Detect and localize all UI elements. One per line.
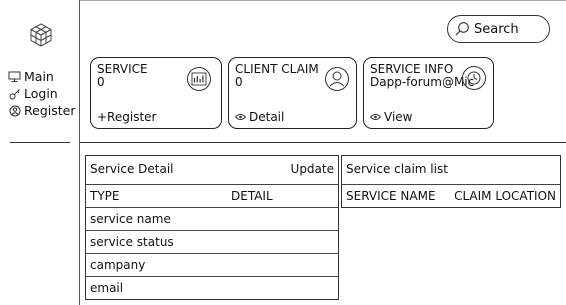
panel-title: Service claim list (346, 162, 448, 176)
service-detail-header: Service Detail Update (86, 156, 338, 185)
row-label: service status (90, 235, 174, 249)
nav-label: Register (24, 103, 76, 118)
nav-item-main[interactable]: Main (8, 68, 75, 85)
register-link[interactable]: +Register (97, 110, 156, 124)
row-label: email (90, 281, 124, 295)
cube-logo-icon[interactable] (28, 22, 54, 48)
search-icon (455, 22, 469, 36)
col-claim-location: CLAIM LOCATION (454, 189, 556, 203)
detail-link[interactable]: Detail (235, 110, 284, 124)
nav-label: Login (24, 86, 58, 101)
service-card[interactable]: SERVICE 0 +Register (90, 57, 222, 129)
row-label: campany (90, 258, 146, 272)
col-detail: DETAIL (231, 189, 273, 203)
table-row: service name (86, 208, 338, 231)
col-type: TYPE (90, 189, 120, 203)
update-button[interactable]: Update (291, 156, 334, 183)
search-label: Search (474, 21, 519, 37)
nav-item-login[interactable]: Login (8, 85, 75, 102)
top-border (80, 0, 566, 1)
sidebar-nav: Main Login Register (8, 68, 75, 119)
claim-list-header: Service claim list (342, 156, 560, 185)
search-box[interactable]: Search (447, 15, 550, 43)
nav-item-register[interactable]: Register (8, 102, 75, 119)
table-header-row: SERVICE NAME CLAIM LOCATION (342, 185, 560, 208)
user-circle-icon (8, 104, 21, 117)
table-row: email (86, 277, 338, 300)
client-claim-card[interactable]: CLIENT CLAIM 0 Detail (228, 57, 357, 129)
nav-label: Main (24, 69, 54, 84)
sidebar-divider (10, 142, 70, 143)
service-info-card[interactable]: SERVICE INFO Dapp-forum@Mic View (363, 57, 494, 129)
col-service-name: SERVICE NAME (346, 189, 436, 203)
section-divider (80, 142, 566, 143)
key-icon (8, 87, 21, 100)
table-row: service status (86, 231, 338, 254)
clock-icon (462, 66, 486, 90)
card-action-label: View (384, 110, 413, 124)
chart-icon (187, 67, 211, 91)
row-label: service name (90, 212, 171, 226)
panel-title: Service Detail (90, 162, 174, 176)
eye-icon (370, 114, 381, 120)
card-action-label: Detail (249, 110, 285, 124)
card-action-label: +Register (97, 110, 157, 124)
user-icon (325, 67, 349, 91)
eye-icon (235, 114, 246, 120)
table-header-row: TYPE DETAIL (86, 185, 338, 208)
service-detail-panel: Service Detail Update TYPE DETAIL servic… (85, 155, 339, 300)
sidebar: Main Login Register (0, 0, 80, 305)
claim-list-panel: Service claim list SERVICE NAME CLAIM LO… (341, 155, 561, 208)
table-row: campany (86, 254, 338, 277)
monitor-icon (8, 70, 21, 83)
view-link[interactable]: View (370, 110, 412, 124)
